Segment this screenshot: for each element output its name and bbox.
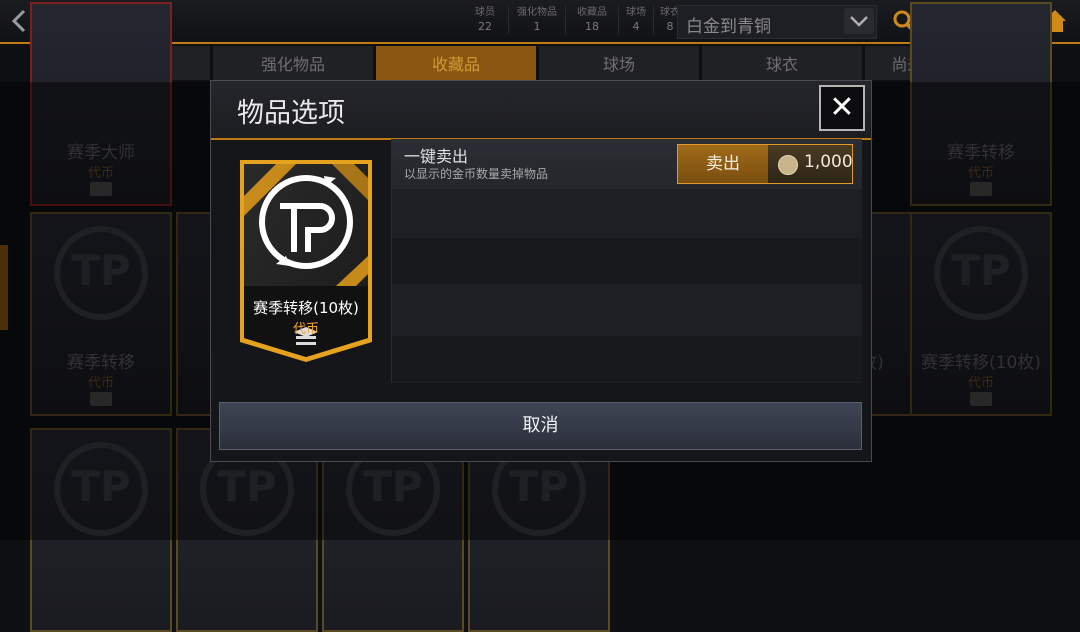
option-title: 一键卖出 bbox=[404, 147, 469, 166]
option-empty-3 bbox=[392, 287, 862, 333]
tier-filter-dropdown[interactable]: 白金到青铜 bbox=[677, 5, 877, 39]
tab-courts[interactable]: 球场 bbox=[539, 46, 699, 80]
option-description: 以显示的金币数量卖掉物品 bbox=[404, 167, 549, 181]
category-tabs: 球员 强化物品 收藏品 球场 球衣 尚未领取的物品 bbox=[50, 46, 1033, 80]
tab-boosts[interactable]: 强化物品 bbox=[213, 46, 373, 80]
option-empty-4 bbox=[392, 336, 862, 382]
sell-price-value: 1,000 bbox=[804, 152, 853, 172]
inventory-stats: 球员 22 强化物品 1 收藏品 18 球场 4 球衣 8 bbox=[462, 6, 686, 34]
dialog-title: 物品选项 bbox=[237, 98, 345, 129]
item-options-dialog: 物品选项 ✕ 赛季转移(10枚) 代币 一键卖出 以显示的金币数量卖掉物品 卖出… bbox=[210, 80, 872, 462]
sell-price: 1,000 bbox=[768, 145, 853, 183]
close-button[interactable]: ✕ bbox=[819, 85, 865, 131]
item-type: 代币 bbox=[292, 322, 319, 337]
dialog-header: 物品选项 ✕ bbox=[211, 81, 871, 140]
stat-boosts: 强化物品 1 bbox=[509, 6, 566, 34]
option-quick-sell: 一键卖出 以显示的金币数量卖掉物品 卖出 1,000 bbox=[392, 139, 862, 189]
tier-filter-value: 白金到青铜 bbox=[686, 17, 771, 37]
item-card: 赛季转移(10枚) 代币 bbox=[236, 156, 376, 366]
option-empty-2 bbox=[392, 238, 862, 284]
stat-courts: 球场 4 bbox=[619, 6, 654, 34]
stat-players: 球员 22 bbox=[462, 6, 509, 34]
option-empty-1 bbox=[392, 189, 862, 235]
stat-collectibles: 收藏品 18 bbox=[566, 6, 619, 34]
sell-button[interactable]: 卖出 1,000 bbox=[677, 144, 853, 184]
tab-jerseys[interactable]: 球衣 bbox=[702, 46, 862, 80]
cancel-button[interactable]: 取消 bbox=[219, 402, 862, 450]
item-name: 赛季转移(10枚) bbox=[253, 299, 359, 317]
options-list: 一键卖出 以显示的金币数量卖掉物品 卖出 1,000 bbox=[391, 139, 862, 383]
coin-icon bbox=[778, 155, 798, 175]
tab-collectibles[interactable]: 收藏品 bbox=[376, 46, 536, 80]
sell-button-label: 卖出 bbox=[706, 154, 740, 174]
chevron-down-icon[interactable] bbox=[844, 8, 874, 34]
